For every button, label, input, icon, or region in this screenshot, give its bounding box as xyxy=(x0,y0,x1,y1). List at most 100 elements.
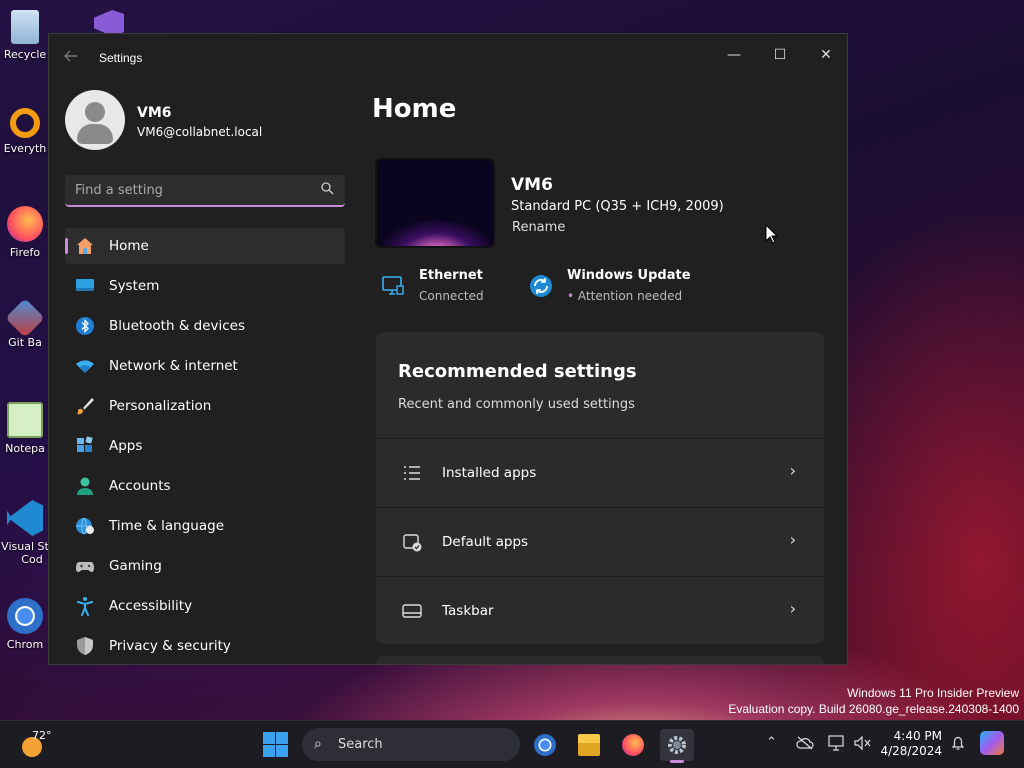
watermark-edition: Windows 11 Pro Insider Preview xyxy=(847,686,1019,700)
recommended-title: Recommended settings xyxy=(398,361,637,382)
close-button[interactable]: ✕ xyxy=(803,40,847,70)
taskbar-app-chrome[interactable] xyxy=(528,729,562,761)
recommended-row-default-apps[interactable]: Default apps › xyxy=(376,507,824,575)
firefox-icon xyxy=(7,206,43,242)
sidebar-item-accessibility[interactable]: Accessibility xyxy=(65,588,345,624)
sidebar-item-label: Accessibility xyxy=(109,598,193,614)
windows-update-title: Windows Update xyxy=(567,268,691,283)
sidebar-item-personalization[interactable]: Personalization xyxy=(65,388,345,424)
page-title: Home xyxy=(372,94,457,124)
gamepad-icon xyxy=(76,562,94,572)
sidebar-item-label: Gaming xyxy=(109,558,162,574)
device-wallpaper-thumbnail xyxy=(375,158,495,248)
arrow-left-icon xyxy=(64,50,77,62)
ethernet-status[interactable]: Ethernet Connected xyxy=(381,268,531,308)
everything-search-icon xyxy=(10,108,40,138)
find-setting-box[interactable] xyxy=(65,175,345,207)
sidebar-item-label: Time & language xyxy=(109,518,225,534)
avatar-head-icon xyxy=(85,102,105,122)
desktop-icon-chrome[interactable]: Chrom xyxy=(0,592,50,672)
taskbar-search[interactable]: ⌕ Search xyxy=(302,728,520,761)
rename-link[interactable]: Rename xyxy=(512,220,565,235)
accessibility-icon xyxy=(77,597,93,616)
desktop-icon-firefox[interactable]: Firefo xyxy=(0,200,50,280)
sidebar-item-network[interactable]: Network & internet xyxy=(65,348,345,384)
window-title: Settings xyxy=(99,51,143,65)
search-icon: ⌕ xyxy=(314,736,322,752)
minimize-button[interactable]: — xyxy=(711,40,757,70)
sidebar-item-label: Bluetooth & devices xyxy=(109,318,246,334)
desktop-icon-git-bash[interactable]: Git Ba xyxy=(0,298,50,378)
desktop-icon-visual-studio[interactable] xyxy=(88,4,148,36)
sidebar-item-label: Accounts xyxy=(109,478,171,494)
taskbar-app-file-explorer[interactable] xyxy=(572,729,606,761)
title-bar: Settings — ☐ ✕ xyxy=(49,34,847,82)
desktop-icon-label: Git Ba xyxy=(8,336,42,349)
sidebar-item-accounts[interactable]: Accounts xyxy=(65,468,345,504)
weather-temp: 72° xyxy=(32,729,52,742)
sidebar-item-apps[interactable]: Apps xyxy=(65,428,345,464)
search-icon[interactable] xyxy=(321,182,335,196)
taskbar-clock[interactable]: 4:40 PM 4/28/2024 xyxy=(880,729,942,759)
gear-icon xyxy=(668,736,686,754)
sidebar-nav: Home System Bluetooth & devices Network … xyxy=(65,228,345,664)
ethernet-subtitle: Connected xyxy=(419,289,484,303)
sidebar-item-system[interactable]: System xyxy=(65,268,345,304)
recommended-subtitle: Recent and commonly used settings xyxy=(398,397,635,412)
brush-icon xyxy=(77,398,94,415)
watermark-build: Evaluation copy. Build 26080.ge_release.… xyxy=(728,702,1019,716)
desktop-icon-label: Chrom xyxy=(6,638,44,651)
vscode-icon xyxy=(7,500,43,536)
network-icon[interactable] xyxy=(828,735,846,751)
weather-widget[interactable]: 72° xyxy=(18,729,58,761)
sidebar-item-bluetooth[interactable]: Bluetooth & devices xyxy=(65,308,345,344)
system-icon xyxy=(76,279,94,291)
sidebar-item-label: Privacy & security xyxy=(109,638,231,654)
sidebar-item-label: Apps xyxy=(109,438,143,454)
sidebar-item-home[interactable]: Home xyxy=(65,228,345,264)
back-button[interactable] xyxy=(63,48,83,68)
windows-update-status[interactable]: Windows Update • Attention needed xyxy=(529,268,729,308)
next-card xyxy=(376,656,824,664)
git-bash-icon xyxy=(5,298,45,338)
start-button[interactable] xyxy=(263,732,289,758)
attention-text: Attention needed xyxy=(577,289,683,303)
chevron-right-icon: › xyxy=(789,461,796,480)
taskbar-app-firefox[interactable] xyxy=(616,729,650,761)
recommended-row-taskbar[interactable]: Taskbar › xyxy=(376,576,824,644)
maximize-button[interactable]: ☐ xyxy=(757,40,803,70)
desktop-icon-notepad[interactable]: Notepa xyxy=(0,396,50,476)
desktop-icon-everything[interactable]: Everyth xyxy=(0,102,50,182)
copilot-icon[interactable] xyxy=(980,731,1004,755)
profile-email: VM6@collabnet.local xyxy=(137,125,263,139)
globe-clock-icon xyxy=(76,517,94,535)
taskbar-search-label: Search xyxy=(338,737,383,752)
taskbar-app-settings[interactable] xyxy=(660,729,694,763)
windows-update-icon xyxy=(530,275,552,297)
sidebar-item-time-language[interactable]: Time & language xyxy=(65,508,345,544)
sidebar-item-gaming[interactable]: Gaming xyxy=(65,548,345,584)
recommended-row-installed-apps[interactable]: Installed apps › xyxy=(376,438,824,506)
default-apps-icon xyxy=(403,534,422,552)
recycle-bin-icon xyxy=(11,10,39,44)
desktop-icon-label: Cod xyxy=(21,553,43,566)
taskbar: 72° ⌕ Search ⌃ 4:40 PM 4/28/2024 xyxy=(0,720,1024,768)
search-input[interactable] xyxy=(65,175,315,205)
sidebar-item-label: Network & internet xyxy=(109,358,238,374)
desktop-icon-label: Notepa xyxy=(5,442,45,455)
clock-time: 4:40 PM xyxy=(893,729,942,743)
apps-icon xyxy=(77,436,93,452)
firefox-icon xyxy=(622,734,644,756)
cloud-offline-icon[interactable] xyxy=(796,735,814,751)
clock-date: 4/28/2024 xyxy=(880,744,942,758)
home-icon xyxy=(77,238,93,254)
desktop-icon-label: Everyth xyxy=(3,142,47,155)
desktop-icon-vscode[interactable]: Visual St Cod xyxy=(0,494,50,584)
row-label: Taskbar xyxy=(442,603,494,619)
desktop-icon-recycle-bin[interactable]: Recycle xyxy=(0,4,50,84)
notification-icon[interactable] xyxy=(950,735,966,751)
volume-muted-icon[interactable] xyxy=(854,735,872,751)
attention-dot-icon: • xyxy=(567,289,575,303)
sidebar-item-privacy-security[interactable]: Privacy & security xyxy=(65,628,345,664)
show-hidden-icons-button[interactable]: ⌃ xyxy=(766,735,777,750)
